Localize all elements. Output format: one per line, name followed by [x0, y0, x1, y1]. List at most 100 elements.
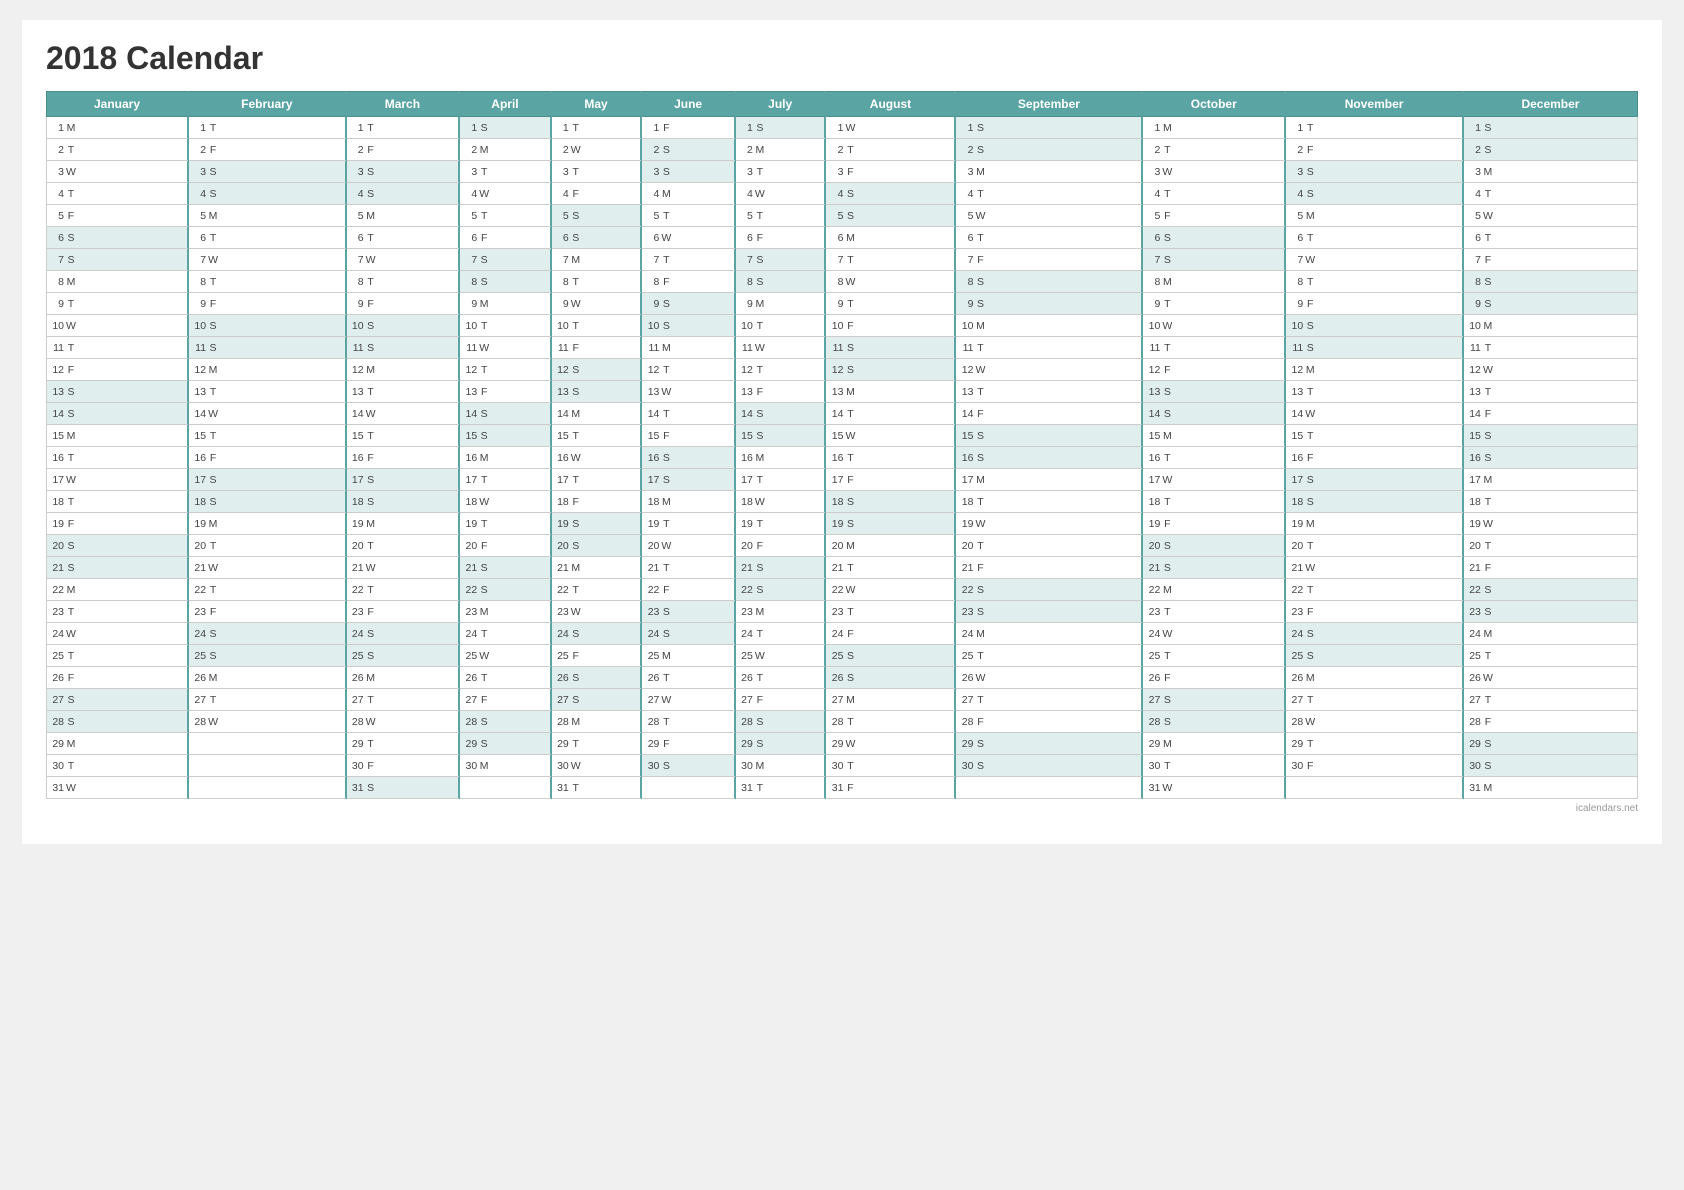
cell-september-26: 26W [955, 667, 1142, 689]
day-letter: T [570, 738, 582, 750]
day-letter: F [974, 408, 986, 420]
day-number: 9 [190, 298, 206, 310]
day-letter: M [207, 210, 219, 222]
cell-december-9: 9S [1463, 293, 1638, 315]
day-number: 27 [1287, 694, 1303, 706]
cell-october-18: 18T [1142, 491, 1285, 513]
day-letter: M [844, 540, 856, 552]
day-letter: S [754, 716, 766, 728]
day-number: 28 [48, 716, 64, 728]
day-letter: F [1482, 254, 1494, 266]
day-number: 4 [348, 188, 364, 200]
day-letter: W [1482, 210, 1494, 222]
day-number: 5 [348, 210, 364, 222]
cell-december-22: 22S [1463, 579, 1638, 601]
cell-july-26: 26T [735, 667, 826, 689]
cell-january-19: 19F [47, 513, 189, 535]
cell-july-27: 27F [735, 689, 826, 711]
page: 2018 Calendar JanuaryFebruaryMarchAprilM… [22, 20, 1662, 844]
day-letter: F [844, 474, 856, 486]
day-letter: T [478, 320, 490, 332]
cell-january-4: 4T [47, 183, 189, 205]
day-letter: S [1482, 430, 1494, 442]
day-number: 28 [1287, 716, 1303, 728]
day-number: 11 [1144, 342, 1160, 354]
cell-january-31: 31W [47, 777, 189, 799]
day-number: 8 [553, 276, 569, 288]
day-letter: W [754, 650, 766, 662]
cell-january-20: 20S [47, 535, 189, 557]
day-letter: S [1304, 496, 1316, 508]
cell-january-28: 28S [47, 711, 189, 733]
day-letter: M [65, 738, 77, 750]
day-number: 4 [48, 188, 64, 200]
day-number: 9 [957, 298, 973, 310]
day-number: 5 [1465, 210, 1481, 222]
day-number: 23 [1144, 606, 1160, 618]
cell-october-6: 6S [1142, 227, 1285, 249]
day-number: 20 [643, 540, 659, 552]
day-number: 13 [461, 386, 477, 398]
cell-september-30: 30S [955, 755, 1142, 777]
day-number: 17 [348, 474, 364, 486]
day-letter: S [65, 716, 77, 728]
day-number: 15 [48, 430, 64, 442]
day-number: 2 [1287, 144, 1303, 156]
day-letter: S [1161, 562, 1173, 574]
cell-july-3: 3T [735, 161, 826, 183]
cell-july-14: 14S [735, 403, 826, 425]
cell-july-16: 16M [735, 447, 826, 469]
day-letter: W [1161, 782, 1173, 794]
day-letter: S [660, 606, 672, 618]
day-letter: T [660, 562, 672, 574]
cell-october-20: 20S [1142, 535, 1285, 557]
cell-march-29: 29T [346, 733, 460, 755]
day-number: 31 [737, 782, 753, 794]
day-number: 7 [643, 254, 659, 266]
cell-april-6: 6F [459, 227, 551, 249]
day-number: 2 [827, 144, 843, 156]
cell-march-5: 5M [346, 205, 460, 227]
day-number: 1 [48, 122, 64, 134]
day-number: 5 [48, 210, 64, 222]
day-letter: S [365, 496, 377, 508]
day-number: 21 [48, 562, 64, 574]
cell-april-31 [459, 777, 551, 799]
cell-october-16: 16T [1142, 447, 1285, 469]
cell-august-12: 12S [825, 359, 955, 381]
day-letter: M [974, 320, 986, 332]
day-number: 26 [348, 672, 364, 684]
cell-march-13: 13T [346, 381, 460, 403]
day-letter: T [1161, 342, 1173, 354]
day-letter: W [660, 386, 672, 398]
day-number: 19 [957, 518, 973, 530]
day-number: 24 [1144, 628, 1160, 640]
cell-october-22: 22M [1142, 579, 1285, 601]
day-number: 19 [1465, 518, 1481, 530]
day-letter: S [570, 694, 582, 706]
day-letter: W [207, 254, 219, 266]
cell-april-2: 2M [459, 139, 551, 161]
cell-december-11: 11T [1463, 337, 1638, 359]
day-letter: M [65, 276, 77, 288]
day-number: 20 [827, 540, 843, 552]
day-number: 31 [827, 782, 843, 794]
day-letter: T [1304, 122, 1316, 134]
cell-august-22: 22W [825, 579, 955, 601]
day-letter: S [570, 232, 582, 244]
cell-january-22: 22M [47, 579, 189, 601]
calendar-table: JanuaryFebruaryMarchAprilMayJuneJulyAugu… [46, 91, 1638, 799]
day-number: 18 [1144, 496, 1160, 508]
day-letter: W [478, 342, 490, 354]
day-letter: S [478, 584, 490, 596]
day-letter: W [65, 782, 77, 794]
day-number: 23 [190, 606, 206, 618]
day-number: 12 [48, 364, 64, 376]
day-letter: F [754, 386, 766, 398]
day-letter: S [974, 760, 986, 772]
day-letter: T [478, 166, 490, 178]
day-number: 29 [1287, 738, 1303, 750]
day-letter: T [974, 232, 986, 244]
cell-october-28: 28S [1142, 711, 1285, 733]
day-number: 22 [348, 584, 364, 596]
